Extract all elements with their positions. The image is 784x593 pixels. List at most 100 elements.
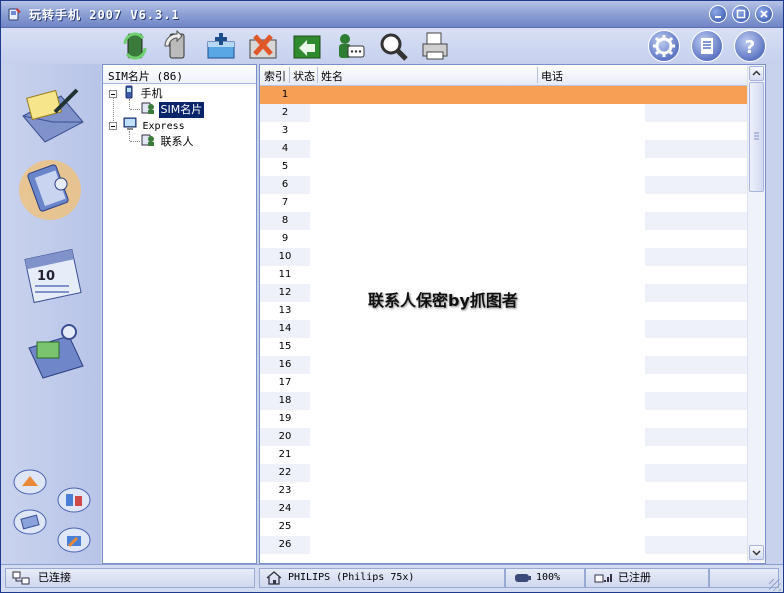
row-index: 4 <box>281 143 289 154</box>
messages-icon[interactable] <box>17 82 87 150</box>
delete-icon[interactable] <box>247 30 279 62</box>
status-device: PHILIPS (Philips 75x) <box>259 568 505 588</box>
row-index: 19 <box>278 413 292 424</box>
tree-node-sim-cards[interactable]: SIM名片 <box>141 101 205 118</box>
row-index: 13 <box>278 305 292 316</box>
import-icon[interactable] <box>291 30 323 62</box>
close-button[interactable] <box>755 5 773 23</box>
column-header-phone[interactable]: 电话 <box>541 68 563 84</box>
row-index: 20 <box>278 431 292 442</box>
row-band <box>645 158 747 176</box>
tree-connector <box>130 109 140 110</box>
table-row[interactable]: 10 <box>260 248 747 266</box>
maximize-icon <box>736 9 746 19</box>
row-index: 16 <box>278 359 292 370</box>
tool-1-button[interactable] <box>13 468 47 496</box>
row-band <box>645 284 747 302</box>
table-row[interactable]: 5 <box>260 158 747 176</box>
table-row[interactable]: 1 <box>260 86 747 104</box>
table-row[interactable]: 24 <box>260 500 747 518</box>
tree-node-phone[interactable]: 手机 <box>123 85 165 101</box>
vertical-scrollbar[interactable] <box>747 65 765 562</box>
scroll-thumb[interactable] <box>749 82 764 192</box>
app-icon <box>8 8 21 21</box>
tool-3-button[interactable] <box>13 508 47 536</box>
column-separator[interactable] <box>317 67 318 83</box>
add-icon[interactable] <box>205 30 237 62</box>
column-header-status[interactable]: 状态 <box>293 68 315 84</box>
print-icon[interactable] <box>419 30 451 62</box>
table-row[interactable]: 18 <box>260 392 747 410</box>
row-index: 9 <box>281 233 289 244</box>
table-row[interactable]: 20 <box>260 428 747 446</box>
help-button[interactable]: ? <box>734 30 766 62</box>
table-row[interactable]: 22 <box>260 464 747 482</box>
column-separator[interactable] <box>289 67 290 83</box>
row-band <box>645 248 747 266</box>
tool-4-button[interactable] <box>57 526 91 554</box>
column-header-name[interactable]: 姓名 <box>321 68 343 84</box>
contact-card-icon <box>141 134 154 146</box>
row-band <box>645 140 747 158</box>
table-row[interactable]: 6 <box>260 176 747 194</box>
table-row[interactable]: 25 <box>260 518 747 536</box>
table-row[interactable]: 21 <box>260 446 747 464</box>
tree-panel: SIM名片 (86) 手机 SIM名片 Express 联系人 <box>102 64 257 564</box>
media-icon[interactable] <box>21 318 91 386</box>
table-row[interactable]: 17 <box>260 374 747 392</box>
tree-node-label: SIM名片 <box>158 102 205 118</box>
tree-header: SIM名片 (86) <box>103 65 256 84</box>
connection-status: 已连接 <box>38 571 71 584</box>
settings-button[interactable] <box>648 30 680 62</box>
sync-icon[interactable] <box>119 30 151 62</box>
search-icon[interactable] <box>377 30 409 62</box>
tree-collapse-express[interactable] <box>109 122 117 130</box>
table-row[interactable]: 7 <box>260 194 747 212</box>
watermark-text: 联系人保密by抓图者 <box>368 291 518 310</box>
backup-icon[interactable] <box>161 30 193 62</box>
row-band <box>645 410 747 428</box>
row-band <box>645 86 747 104</box>
tree-collapse-phone[interactable] <box>109 90 117 98</box>
table-row[interactable]: 9 <box>260 230 747 248</box>
scroll-up-button[interactable] <box>749 66 764 81</box>
resize-grip[interactable] <box>769 579 781 591</box>
calendar-icon[interactable]: 10 <box>19 240 89 308</box>
tool-1-icon <box>13 469 47 495</box>
registration-status: 已注册 <box>618 571 651 584</box>
table-row[interactable]: 8 <box>260 212 747 230</box>
scroll-down-button[interactable] <box>749 545 764 560</box>
table-row[interactable]: 15 <box>260 338 747 356</box>
row-band <box>645 464 747 482</box>
column-header-index[interactable]: 索引 <box>264 68 286 84</box>
tree-node-contacts[interactable]: 联系人 <box>141 133 196 149</box>
tree-node-express[interactable]: Express <box>123 117 187 133</box>
table-row[interactable]: 16 <box>260 356 747 374</box>
contact-list: 索引 状态 姓名 电话 1 2 3 4 5 6 7 8 9 10 11 12 13 14 15 16 17 18 1… <box>259 64 766 564</box>
column-separator[interactable] <box>537 67 538 83</box>
table-row[interactable]: 3 <box>260 122 747 140</box>
table-row[interactable]: 19 <box>260 410 747 428</box>
table-row[interactable]: 11 <box>260 266 747 284</box>
table-row[interactable]: 14 <box>260 320 747 338</box>
row-band <box>645 176 747 194</box>
table-row[interactable]: 4 <box>260 140 747 158</box>
tool-4-icon <box>57 527 91 553</box>
manual-button[interactable] <box>691 30 723 62</box>
device-name: PHILIPS (Philips 75x) <box>288 572 415 583</box>
maximize-button[interactable] <box>732 5 750 23</box>
tool-2-button[interactable] <box>57 486 91 514</box>
table-row[interactable]: 2 <box>260 104 747 122</box>
title-bar[interactable]: 玩转手机 2007 V6.3.1 <box>1 1 783 28</box>
row-band <box>645 104 747 122</box>
sms-icon[interactable] <box>334 30 366 62</box>
battery-icon <box>515 574 531 582</box>
minimize-button[interactable] <box>709 5 727 23</box>
app-window: 玩转手机 2007 V6.3.1 ? 10 SIM名片 (86) 手机 SIM名… <box>0 0 784 593</box>
table-row[interactable]: 26 <box>260 536 747 554</box>
contact-card-icon <box>141 102 154 114</box>
table-row[interactable]: 23 <box>260 482 747 500</box>
contacts-icon[interactable] <box>15 154 85 222</box>
row-band <box>645 122 747 140</box>
tree-connector <box>130 141 140 142</box>
